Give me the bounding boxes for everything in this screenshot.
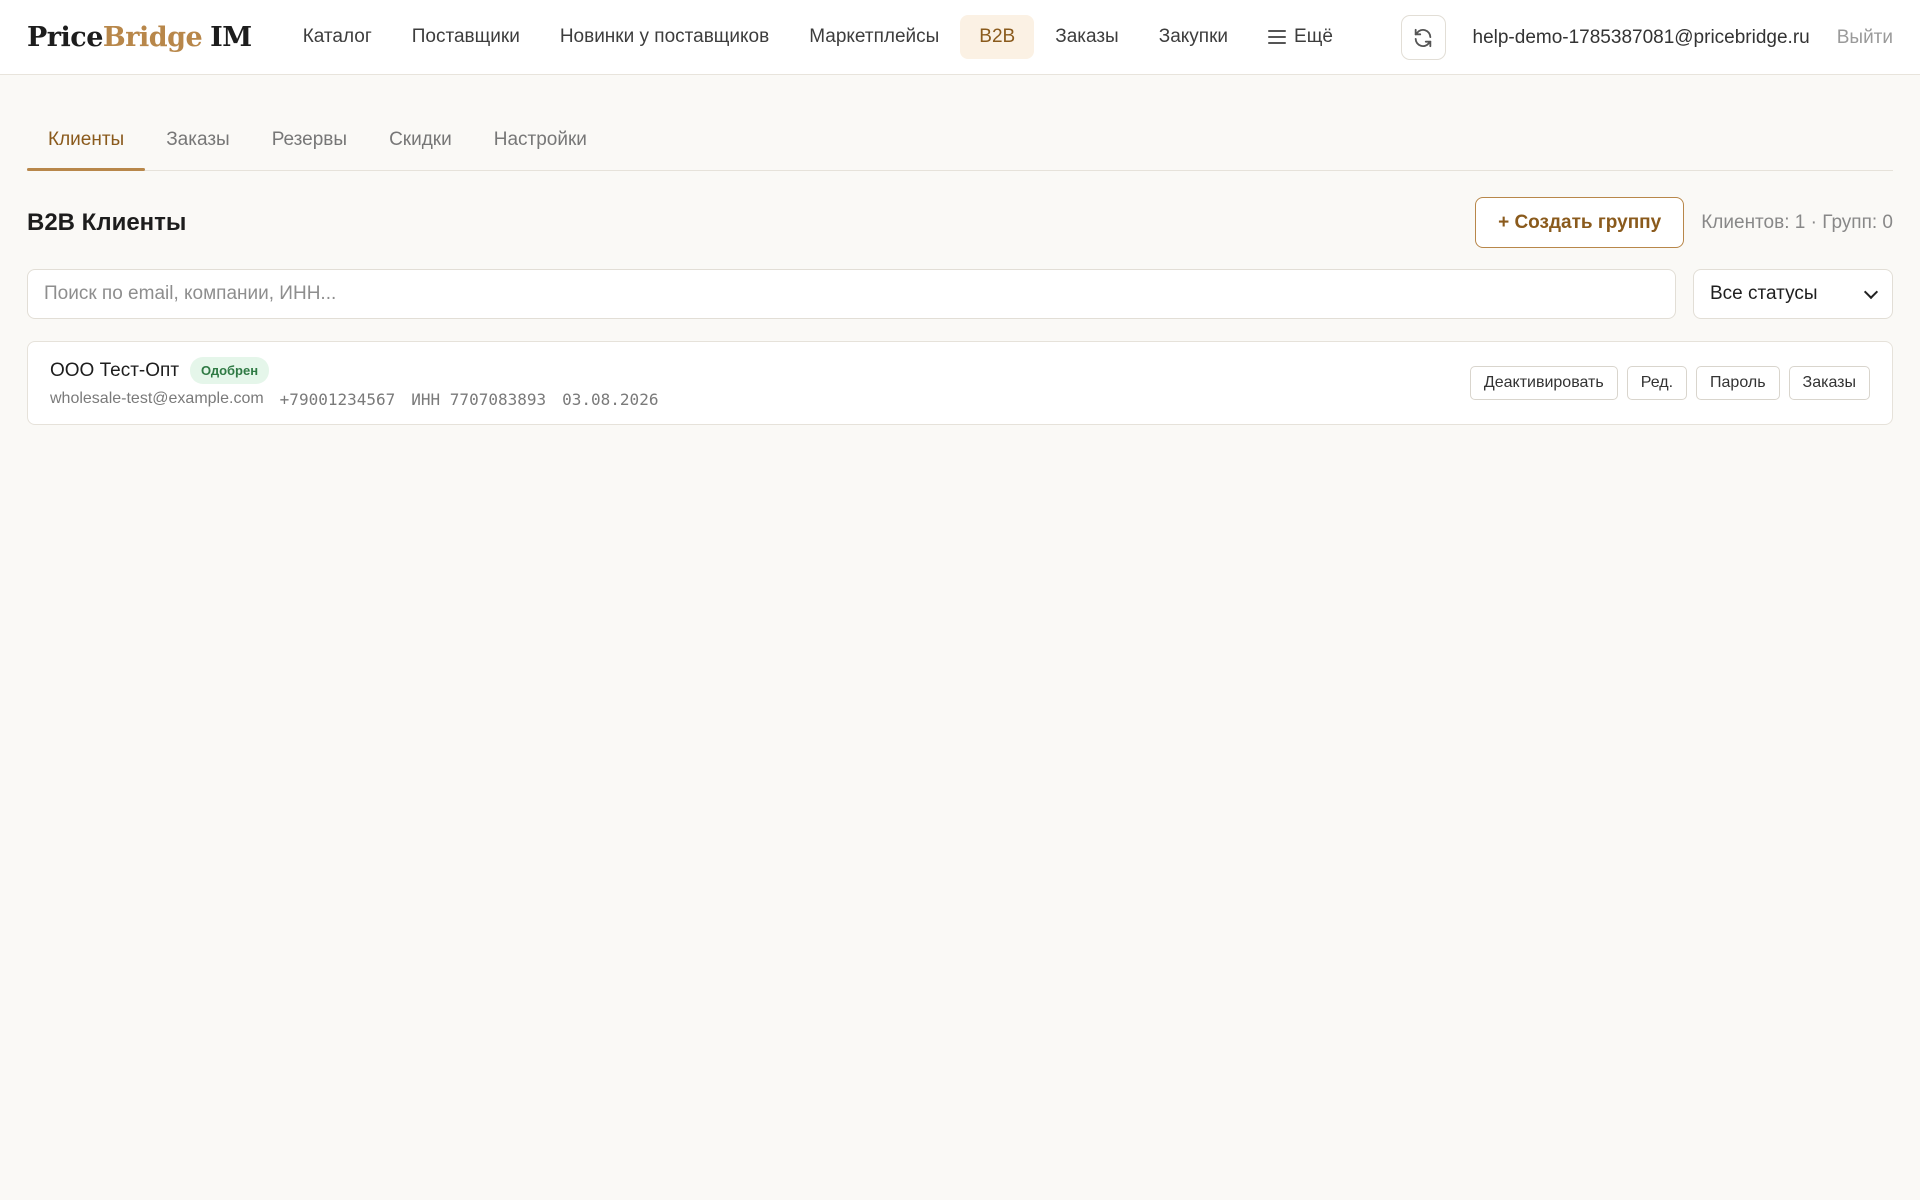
nav-item-label: Заказы xyxy=(1055,26,1119,47)
status-badge: Одобрен xyxy=(190,357,270,384)
nav-item-label: B2B xyxy=(979,26,1016,47)
chevron-down-icon xyxy=(1863,284,1879,299)
tab-settings[interactable]: Настройки xyxy=(473,115,608,170)
status-filter-value: Все статусы xyxy=(1710,283,1818,304)
edit-button[interactable]: Ред. xyxy=(1626,366,1688,400)
client-actions: Деактивировать Ред. Пароль Заказы xyxy=(1469,366,1870,400)
client-name: ООО Тест-Опт xyxy=(50,359,180,381)
nav-item-label: Маркетплейсы xyxy=(809,26,940,47)
main-nav: Каталог Поставщики Новинки у поставщиков… xyxy=(284,15,1352,59)
nav-item-orders[interactable]: Заказы xyxy=(1036,15,1138,59)
tab-reserves[interactable]: Резервы xyxy=(251,115,368,170)
user-email: help-demo-1785387081@pricebridge.ru xyxy=(1472,26,1810,48)
b2b-tabs: Клиенты Заказы Резервы Скидки Настройки xyxy=(27,115,1893,171)
status-filter-select[interactable]: Все статусы xyxy=(1693,269,1893,319)
main-content: Клиенты Заказы Резервы Скидки Настройки … xyxy=(0,115,1920,425)
header-actions: + Создать группу Клиентов: 1 · Групп: 0 xyxy=(1475,197,1893,248)
client-info: ООО Тест-Опт Одобрен wholesale-test@exam… xyxy=(50,357,658,409)
nav-item-purchases[interactable]: Закупки xyxy=(1140,15,1247,59)
refresh-icon xyxy=(1414,28,1432,47)
nav-item-marketplaces[interactable]: Маркетплейсы xyxy=(790,15,958,59)
top-right-area: help-demo-1785387081@pricebridge.ru Выйт… xyxy=(1400,0,1893,75)
brand-logo-part-2: Bridge xyxy=(102,21,203,53)
search-input[interactable] xyxy=(27,269,1676,319)
nav-item-catalog[interactable]: Каталог xyxy=(284,15,391,59)
tab-orders[interactable]: Заказы xyxy=(145,115,251,170)
refresh-button[interactable] xyxy=(1400,15,1446,60)
nav-item-label: Каталог xyxy=(302,26,372,47)
nav-item-suppliers[interactable]: Поставщики xyxy=(393,15,539,59)
client-orders-button[interactable]: Заказы xyxy=(1788,366,1870,400)
client-group-counts: Клиентов: 1 · Групп: 0 xyxy=(1701,211,1893,233)
password-button[interactable]: Пароль xyxy=(1696,366,1780,400)
brand-logo-part-1: Price xyxy=(27,21,103,53)
brand-logo-part-3: IM xyxy=(210,21,252,53)
brand-logo[interactable]: Price Bridge IM xyxy=(27,22,252,53)
nav-item-label: Ещё xyxy=(1294,26,1333,47)
nav-item-more[interactable]: Ещё xyxy=(1249,15,1352,59)
client-email: wholesale-test@example.com xyxy=(50,390,264,407)
menu-icon xyxy=(1268,30,1287,44)
page-header: B2B Клиенты + Создать группу Клиентов: 1… xyxy=(27,197,1893,248)
tab-discounts[interactable]: Скидки xyxy=(368,115,473,170)
client-inn: ИНН 7707083893 xyxy=(411,390,547,409)
create-group-button[interactable]: + Создать группу xyxy=(1475,197,1685,248)
top-bar: Price Bridge IM Каталог Поставщики Новин… xyxy=(0,0,1920,75)
nav-item-b2b[interactable]: B2B xyxy=(960,15,1035,59)
client-name-row: ООО Тест-Опт Одобрен xyxy=(50,357,658,384)
nav-item-label: Закупки xyxy=(1158,26,1229,47)
tab-clients[interactable]: Клиенты xyxy=(27,115,146,171)
nav-item-supplier-news[interactable]: Новинки у поставщиков xyxy=(541,15,788,59)
nav-item-label: Поставщики xyxy=(411,26,520,47)
client-row: ООО Тест-Опт Одобрен wholesale-test@exam… xyxy=(27,341,1893,425)
client-date: 03.08.2026 xyxy=(562,390,659,409)
logout-link[interactable]: Выйти xyxy=(1837,27,1893,49)
nav-item-label: Новинки у поставщиков xyxy=(559,26,770,47)
page-title: B2B Клиенты xyxy=(27,208,187,236)
deactivate-button[interactable]: Деактивировать xyxy=(1469,366,1618,400)
client-phone: +79001234567 xyxy=(279,390,396,409)
filter-row: Все статусы xyxy=(27,269,1893,319)
client-meta: wholesale-test@example.com +79001234567 … xyxy=(50,390,658,409)
